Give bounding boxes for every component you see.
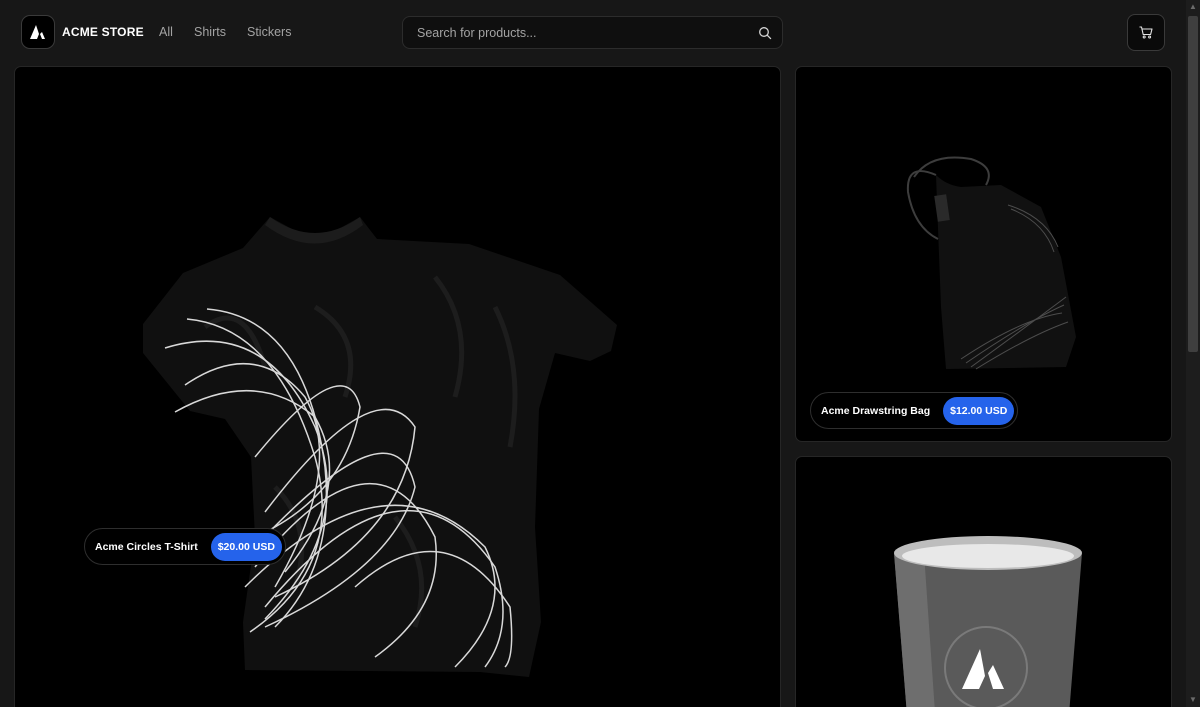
scrollbar-thumb[interactable] [1188,16,1198,352]
store-name[interactable]: ACME STORE [62,25,144,39]
acme-logo-icon [30,25,45,39]
product-price: $20.00 USD [210,532,282,561]
product-label-main[interactable]: Acme Circles T-Shirt $20.00 USD [84,528,286,565]
cup-image [894,536,1082,707]
drawstring-bag-image [906,156,1076,370]
search-placeholder: Search for products... [417,26,537,40]
nav-link-all[interactable]: All [159,25,173,39]
product-name: Acme Circles T-Shirt [95,540,198,553]
product-tile-main[interactable]: Acme Circles T-Shirt $20.00 USD [14,66,781,707]
product-price: $12.00 USD [943,396,1015,425]
top-navbar: ACME STORE All Shirts Stickers Search fo… [0,0,1186,64]
cart-button[interactable] [1127,14,1165,51]
tshirt-image [143,217,617,677]
nav-link-stickers[interactable]: Stickers [247,25,291,39]
nav-link-shirts[interactable]: Shirts [194,25,226,39]
search-icon[interactable] [758,26,772,40]
product-label-bag[interactable]: Acme Drawstring Bag $12.00 USD [810,392,1019,429]
product-name: Acme Drawstring Bag [821,404,931,417]
scroll-up-icon[interactable]: ▲ [1186,0,1200,14]
logo-link[interactable] [21,15,55,49]
product-tile-cup[interactable] [795,456,1172,707]
scroll-down-icon[interactable]: ▼ [1186,693,1200,707]
search-input[interactable]: Search for products... [402,16,783,49]
product-tile-bag[interactable]: Acme Drawstring Bag $12.00 USD [795,66,1172,442]
cart-icon [1139,26,1153,39]
